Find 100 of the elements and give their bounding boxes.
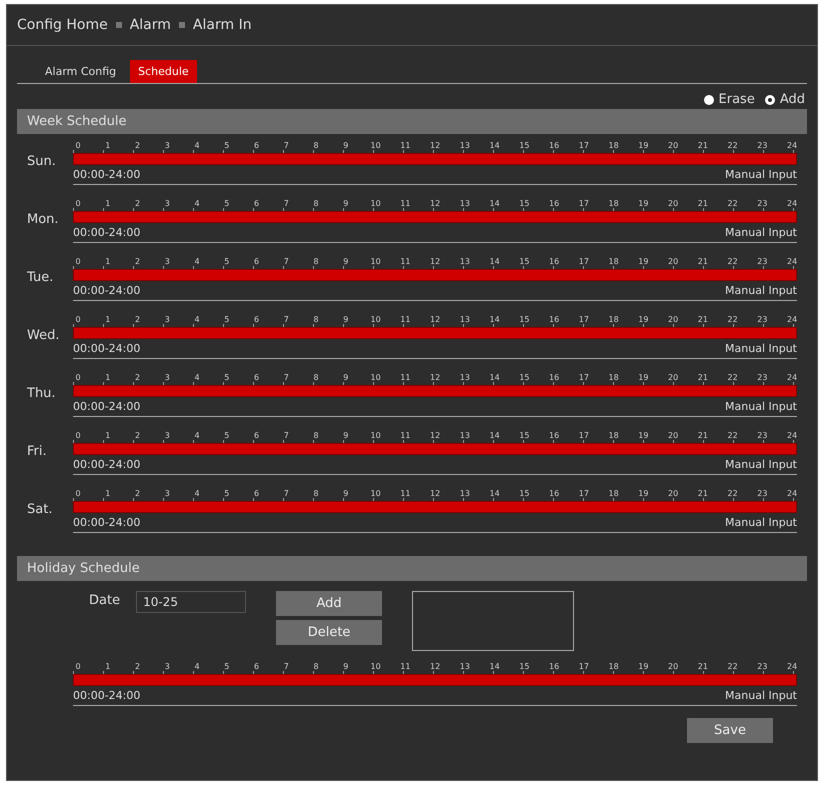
hour-label: 13 <box>460 662 470 671</box>
hour-label: 9 <box>342 431 350 440</box>
hour-label: 18 <box>608 315 618 324</box>
hour-label: 1 <box>104 141 112 150</box>
hour-label: 10 <box>370 199 380 208</box>
hour-label: 15 <box>519 489 530 498</box>
save-button[interactable]: Save <box>687 718 773 743</box>
schedule-bar[interactable] <box>73 153 797 165</box>
hour-label: 9 <box>342 662 350 671</box>
hour-label: 10 <box>370 373 380 382</box>
manual-input-link[interactable]: Manual Input <box>725 342 797 355</box>
hour-label: 20 <box>668 315 678 324</box>
hour-label: 4 <box>193 315 201 324</box>
hour-label: 5 <box>223 662 230 671</box>
hour-label: 13 <box>460 373 470 382</box>
hour-label: 6 <box>252 373 260 382</box>
hour-label: 0 <box>74 431 82 440</box>
schedule-bar[interactable] <box>73 269 797 281</box>
hour-label: 13 <box>460 315 470 324</box>
manual-input-link[interactable]: Manual Input <box>725 226 797 239</box>
hour-label: 14 <box>490 431 500 440</box>
hour-label: 21 <box>698 315 708 324</box>
hour-label: 20 <box>668 199 678 208</box>
manual-input-link[interactable]: Manual Input <box>725 400 797 413</box>
manual-input-link[interactable]: Manual Input <box>725 168 797 181</box>
hour-label: 4 <box>193 141 201 150</box>
hour-label: 10 <box>370 141 380 150</box>
time-range: 00:00-24:00 <box>73 342 140 355</box>
hour-label: 6 <box>252 315 260 324</box>
hour-label: 10 <box>370 315 380 324</box>
hour-label: 17 <box>578 315 589 324</box>
hour-label: 21 <box>698 141 708 150</box>
hour-label: 11 <box>400 489 410 498</box>
schedule-bar[interactable] <box>73 385 797 397</box>
hour-label: 12 <box>430 199 440 208</box>
action-button[interactable]: Add <box>276 591 382 616</box>
day-label: Tue. <box>27 270 54 285</box>
hour-label: 6 <box>252 257 260 266</box>
hour-label: 16 <box>549 373 559 382</box>
hour-label: 22 <box>728 257 738 266</box>
hour-label: 8 <box>312 141 320 150</box>
date-field[interactable]: 10-25 <box>136 591 246 613</box>
hour-label: 7 <box>282 431 290 440</box>
hour-label: 11 <box>400 373 410 382</box>
schedule-bar[interactable] <box>73 211 797 223</box>
hour-label: 8 <box>312 489 320 498</box>
hour-label: 2 <box>134 373 142 382</box>
hour-label: 2 <box>134 431 142 440</box>
hour-label: 12 <box>430 315 440 324</box>
hour-label: 21 <box>698 431 708 440</box>
hour-label: 18 <box>608 199 618 208</box>
hour-label: 1 <box>104 199 112 208</box>
action-button[interactable]: Delete <box>276 620 382 645</box>
time-range: 00:00-24:00 <box>73 689 140 702</box>
schedule-bar[interactable] <box>73 443 797 455</box>
holiday-list[interactable] <box>412 591 574 651</box>
hour-label: 22 <box>728 199 738 208</box>
manual-input-link[interactable]: Manual Input <box>725 516 797 529</box>
schedule-bar[interactable] <box>73 327 797 339</box>
hour-label: 18 <box>608 373 618 382</box>
hour-label: 16 <box>549 199 559 208</box>
manual-input-link[interactable]: Manual Input <box>725 689 797 702</box>
hour-label: 9 <box>342 373 350 382</box>
hour-label: 6 <box>252 199 260 208</box>
hour-label: 23 <box>757 489 768 498</box>
hour-label: 0 <box>74 489 82 498</box>
hour-label: 16 <box>549 662 559 671</box>
radio-icon[interactable] <box>704 94 714 104</box>
hour-label: 23 <box>757 257 768 266</box>
hour-label: 6 <box>252 141 260 150</box>
hour-label: 4 <box>193 257 201 266</box>
hour-label: 22 <box>728 662 738 671</box>
breadcrumb-item[interactable]: Alarm <box>130 17 171 33</box>
manual-input-link[interactable]: Manual Input <box>725 284 797 297</box>
radio-option[interactable]: Erase <box>704 92 755 107</box>
schedule-bar[interactable] <box>73 674 797 686</box>
breadcrumb-item[interactable]: Alarm In <box>192 17 252 33</box>
hour-label: 8 <box>312 662 320 671</box>
tab[interactable]: Schedule <box>130 60 197 83</box>
breadcrumb-item[interactable]: Config Home <box>17 17 108 33</box>
hour-label: 13 <box>460 199 470 208</box>
hour-label: 14 <box>490 141 500 150</box>
radio-icon[interactable] <box>764 94 775 104</box>
radio-option[interactable]: Add <box>764 92 805 107</box>
schedule-bar[interactable] <box>73 501 797 513</box>
hour-label: 13 <box>460 489 470 498</box>
hour-label: 11 <box>400 141 410 150</box>
hour-label: 13 <box>460 141 470 150</box>
section-header: Holiday Schedule <box>17 556 807 581</box>
manual-input-link[interactable]: Manual Input <box>725 458 797 471</box>
hour-label: 16 <box>549 141 559 150</box>
hour-label: 15 <box>519 431 530 440</box>
tab[interactable]: Alarm Config <box>37 60 124 83</box>
hour-label: 5 <box>223 489 230 498</box>
hour-label: 8 <box>312 315 320 324</box>
hour-label: 17 <box>578 257 589 266</box>
hour-label: 16 <box>549 431 559 440</box>
day-label: Thu. <box>27 386 56 401</box>
hour-label: 9 <box>342 141 350 150</box>
hour-label: 19 <box>638 373 648 382</box>
